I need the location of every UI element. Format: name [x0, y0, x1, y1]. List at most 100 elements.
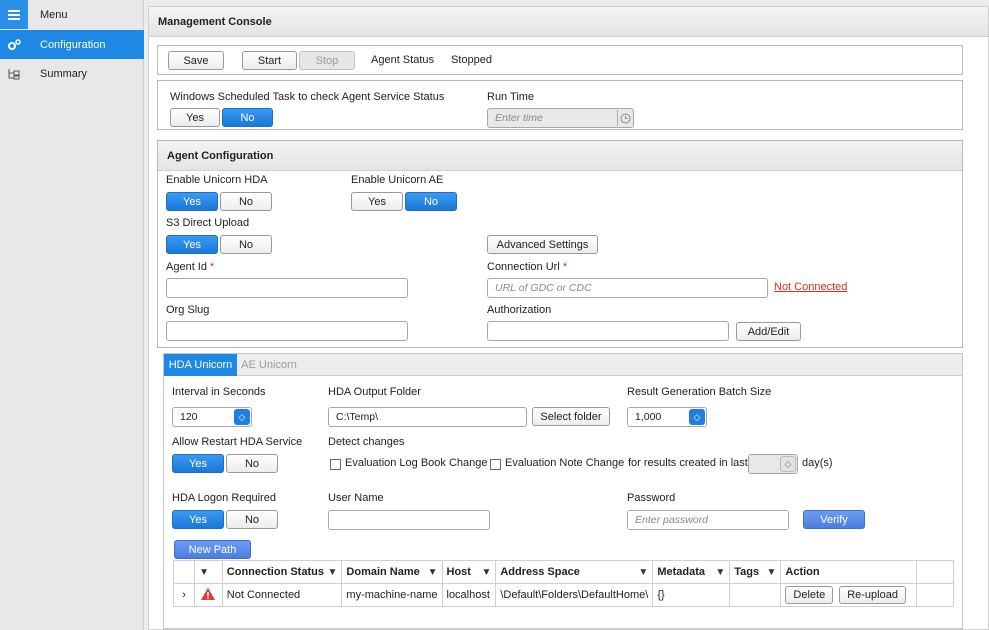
delete-button[interactable]: Delete — [785, 586, 834, 604]
hamburger-icon — [0, 0, 28, 29]
agent-status-value: Stopped — [451, 54, 492, 66]
authorization-label: Authorization — [487, 304, 552, 316]
detect-changes-label: Detect changes — [328, 436, 405, 448]
column-action: Action — [780, 560, 917, 584]
save-button[interactable]: Save — [168, 51, 224, 70]
table-header-row: ▼ Connection Status ▼ Domain Name ▼ Host ▼ … — [172, 560, 955, 584]
sidebar-item-label: Summary — [40, 67, 88, 80]
password-label: Password — [627, 492, 676, 504]
connection-url-label: Connection Url * — [487, 261, 568, 273]
s3-yes-button[interactable]: Yes — [166, 235, 218, 254]
username-input[interactable] — [328, 510, 490, 530]
scheduled-task-section: Windows Scheduled Task to check Agent Se… — [157, 80, 963, 130]
org-slug-label: Org Slug — [166, 304, 210, 316]
spinner-icon[interactable]: ◇ — [689, 409, 705, 425]
allow-restart-yes-button[interactable]: Yes — [172, 454, 224, 473]
org-slug-input[interactable] — [166, 321, 408, 341]
new-path-button[interactable]: New Path — [174, 540, 251, 559]
sidebar-item-menu[interactable]: Menu — [0, 0, 144, 29]
column-domain-name[interactable]: Domain Name ▼ — [341, 560, 443, 584]
filter-icon[interactable]: ▼ — [638, 567, 648, 578]
filler-cell — [915, 583, 955, 607]
scheduled-task-yes-button[interactable]: Yes — [170, 108, 220, 127]
run-time-label: Run Time — [487, 91, 535, 103]
verify-button[interactable]: Verify — [803, 510, 865, 529]
logon-no-button[interactable]: No — [226, 510, 278, 529]
interval-input[interactable]: 120 ◇ — [172, 407, 252, 427]
batch-size-input[interactable]: 1,000 ◇ — [627, 407, 707, 427]
eval-logbook-checkbox[interactable] — [330, 459, 341, 470]
logon-yes-button[interactable]: Yes — [172, 510, 224, 529]
s3-direct-upload-label: S3 Direct Upload — [166, 217, 250, 229]
warning-icon — [194, 583, 223, 607]
enable-hda-no-button[interactable]: No — [220, 192, 272, 211]
eval-note-label: Evaluation Note Change — [505, 457, 625, 469]
spinner-icon[interactable]: ◇ — [234, 409, 250, 425]
status-icon-column-header: ▼ — [194, 560, 223, 584]
output-folder-label: HDA Output Folder — [328, 386, 421, 398]
agent-id-input[interactable] — [166, 278, 408, 298]
filter-icon[interactable]: ▼ — [328, 567, 338, 578]
column-address-space[interactable]: Address Space ▼ — [495, 560, 654, 584]
tree-icon — [0, 59, 28, 88]
column-host[interactable]: Host ▼ — [441, 560, 497, 584]
enable-hda-yes-button[interactable]: Yes — [166, 192, 218, 211]
agent-id-label: Agent Id * — [166, 261, 215, 273]
cell-action: Delete Re-upload — [780, 583, 917, 607]
agent-status-label: Agent Status — [371, 54, 434, 66]
reupload-button[interactable]: Re-upload — [839, 586, 906, 604]
username-label: User Name — [328, 492, 384, 504]
authorization-input[interactable] — [487, 321, 729, 341]
eval-note-checkbox[interactable] — [490, 459, 501, 470]
logon-required-label: HDA Logon Required — [172, 492, 276, 504]
sidebar-item-configuration[interactable]: Configuration — [0, 30, 144, 59]
scheduled-task-no-button[interactable]: No — [222, 108, 273, 127]
run-time-input[interactable]: Enter time — [487, 108, 634, 128]
output-folder-input[interactable]: C:\Temp\ — [328, 407, 527, 427]
sidebar-item-summary[interactable]: Summary — [0, 59, 144, 88]
days-label: day(s) — [802, 457, 833, 469]
filter-icon[interactable]: ▼ — [428, 567, 438, 578]
agent-configuration-title: Agent Configuration — [158, 141, 962, 171]
column-metadata[interactable]: Metadata ▼ — [652, 560, 731, 584]
enable-ae-yes-button[interactable]: Yes — [351, 192, 403, 211]
filler-column-header — [915, 560, 955, 584]
cell-domain-name: my-machine-name — [341, 583, 443, 607]
s3-no-button[interactable]: No — [220, 235, 272, 254]
allow-restart-no-button[interactable]: No — [226, 454, 278, 473]
tab-ae-unicorn[interactable]: AE Unicorn — [240, 354, 298, 376]
agent-toolbar: Save Start Stop Agent Status Stopped — [157, 45, 963, 75]
expand-row-icon[interactable]: › — [172, 583, 196, 607]
column-connection-status[interactable]: Connection Status ▼ — [221, 560, 343, 584]
not-connected-link[interactable]: Not Connected — [774, 281, 847, 293]
required-mark: * — [210, 261, 215, 273]
filter-icon[interactable]: ▼ — [481, 567, 491, 578]
filter-icon[interactable]: ▼ — [199, 567, 209, 578]
table-row: › Not Connected my-machine-name localhos… — [172, 583, 955, 607]
stop-button[interactable]: Stop — [299, 51, 355, 70]
filter-icon[interactable]: ▼ — [767, 567, 777, 578]
select-folder-button[interactable]: Select folder — [532, 407, 610, 426]
scheduled-task-label: Windows Scheduled Task to check Agent Se… — [170, 91, 445, 103]
filter-icon[interactable]: ▼ — [715, 567, 725, 578]
spinner-icon[interactable]: ◇ — [780, 456, 796, 472]
management-console: Management Console Save Start Stop Agent… — [148, 6, 989, 630]
allow-restart-label: Allow Restart HDA Service — [172, 436, 303, 448]
interval-label: Interval in Seconds — [172, 386, 266, 398]
page-title: Management Console — [149, 7, 988, 37]
connection-url-input[interactable]: URL of GDC or CDC — [487, 278, 768, 298]
paths-table: ▼ Connection Status ▼ Domain Name ▼ Host ▼ … — [172, 560, 955, 607]
days-input[interactable]: ◇ — [748, 454, 798, 474]
results-created-label: for results created in last — [628, 457, 748, 469]
add-edit-button[interactable]: Add/Edit — [736, 322, 801, 341]
password-input[interactable]: Enter password — [627, 510, 789, 530]
start-button[interactable]: Start — [242, 51, 297, 70]
cell-tags — [729, 583, 782, 607]
clock-icon[interactable] — [617, 110, 632, 126]
tab-hda-unicorn[interactable]: HDA Unicorn — [164, 354, 237, 376]
enable-ae-no-button[interactable]: No — [405, 192, 457, 211]
cell-address-space: \Default\Folders\DefaultHome\ — [495, 583, 654, 607]
column-tags[interactable]: Tags ▼ — [729, 560, 782, 584]
advanced-settings-button[interactable]: Advanced Settings — [487, 235, 598, 254]
cell-host: localhost — [441, 583, 497, 607]
